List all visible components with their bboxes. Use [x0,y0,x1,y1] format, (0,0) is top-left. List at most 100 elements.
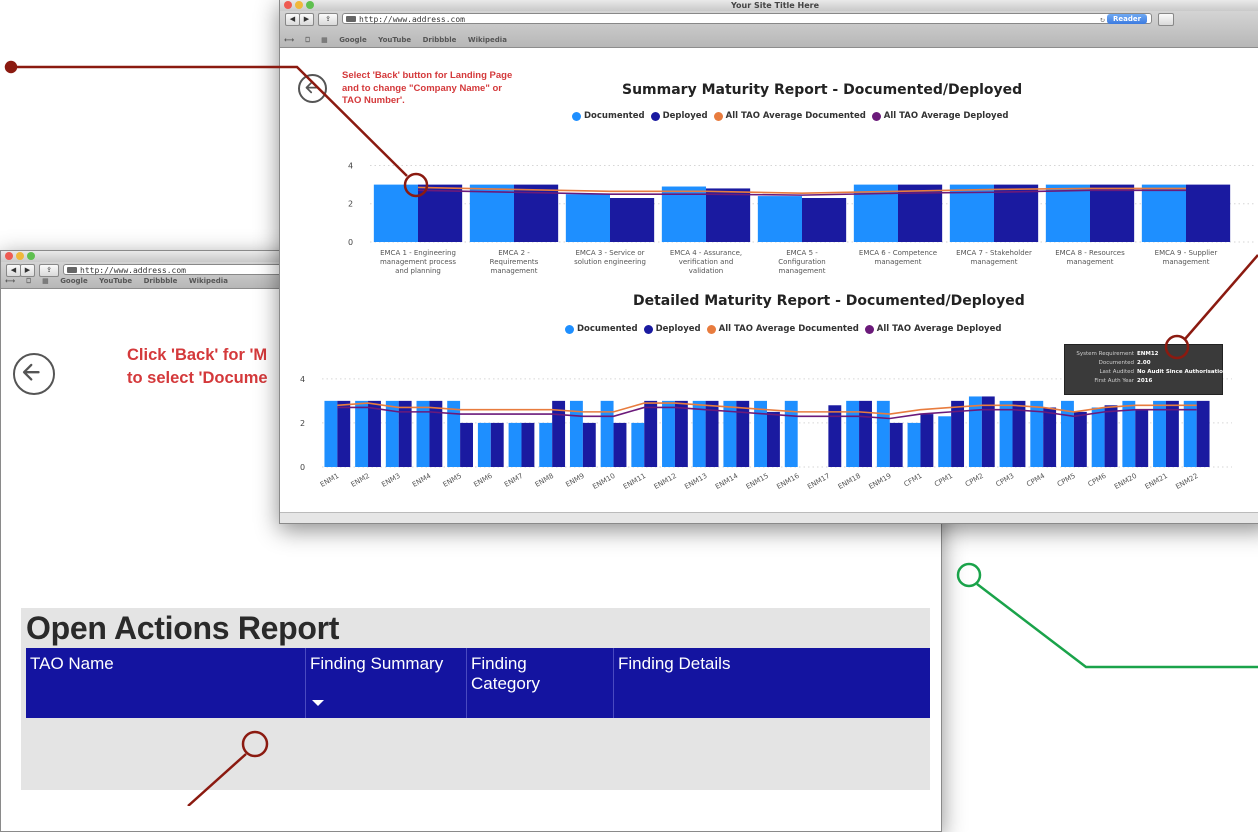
legend-deployed[interactable]: Deployed [643,324,701,334]
legend-label: All TAO Average Deployed [883,111,1009,121]
tooltip-value: No Audit Since Authorisation [1137,369,1227,375]
bar-documented [355,400,369,467]
bookmark-wikipedia[interactable]: Wikipedia [189,277,228,285]
legend-label: All TAO Average Documented [725,111,866,121]
bookmark-youtube[interactable]: YouTube [99,277,132,285]
history-back-button[interactable]: ◀ [285,13,300,26]
bar-documented [999,400,1013,467]
bar-documented [539,422,553,467]
bookmark-wikipedia[interactable]: Wikipedia [468,36,507,44]
history-forward-button[interactable]: ▶ [299,13,314,26]
tooltip-key: System Requirement [1076,351,1134,357]
minimize-button[interactable] [16,252,24,260]
x-tick-label: ENM16 [775,472,801,492]
share-button[interactable]: ⇪ [318,13,338,26]
bar-deployed [429,400,443,467]
x-tick-label: ENM7 [503,472,524,489]
bar-deployed [1043,407,1057,467]
reader-button[interactable]: Reader [1107,14,1147,24]
x-tick-label: EMCA 9 - Supplier [1155,249,1218,257]
share-button[interactable]: ⇪ [39,264,59,277]
col-finding-details[interactable]: Finding Details [614,648,930,718]
x-tick-label: ENM20 [1113,472,1138,491]
note-line: Click 'Back' for 'M [127,346,268,364]
x-tick-label: management [971,258,1018,266]
x-tick-label: ENM9 [564,472,585,489]
grid-icon[interactable]: ▦ [42,277,49,285]
back-arrow-icon[interactable] [298,74,327,103]
grid-icon[interactable]: ▦ [321,36,328,44]
legend-avg-documented[interactable]: All TAO Average Documented [706,324,859,334]
bar-documented [907,422,921,467]
reading-list-icon[interactable]: ⟷ [5,277,15,285]
bar-deployed [994,184,1039,242]
history-forward-button[interactable]: ▶ [20,264,35,277]
bookmark-google[interactable]: Google [339,36,367,44]
close-button[interactable] [5,252,13,260]
bar-documented [477,422,491,467]
history-back-button[interactable]: ◀ [6,264,21,277]
x-tick-label: EMCA 1 - Engineering [380,249,456,257]
bookmark-youtube[interactable]: YouTube [378,36,411,44]
col-label: Finding Details [618,654,731,673]
bar-documented [324,400,338,467]
sort-caret-icon[interactable] [312,700,324,706]
x-tick-label: ENM1 [319,472,340,489]
bookmark-google[interactable]: Google [60,277,88,285]
x-tick-label: CPM6 [1087,472,1108,489]
legend-documented[interactable]: Documented [572,111,645,121]
legend-deployed[interactable]: Deployed [650,111,708,121]
col-tao-name[interactable]: TAO Name [26,648,306,718]
zoom-button[interactable] [27,252,35,260]
x-tick-label: ENM14 [714,472,740,492]
bar-deployed [398,400,412,467]
col-finding-category[interactable]: Finding Category [467,648,614,718]
legend-avg-documented[interactable]: All TAO Average Documented [713,111,866,121]
book-icon[interactable]: ⎕ [26,277,30,285]
col-finding-summary[interactable]: Finding Summary [306,648,467,718]
back-instruction-note: Click 'Back' for 'M to select 'Docume [127,344,268,390]
reading-list-icon[interactable]: ⟷ [284,36,294,44]
zoom-button[interactable] [306,1,314,9]
downloads-button[interactable] [1158,13,1174,26]
legend-avg-deployed[interactable]: All TAO Average Deployed [871,111,1009,121]
x-tick-label: ENM15 [745,472,770,491]
legend-documented[interactable]: Documented [565,324,638,334]
bookmark-dribbble[interactable]: Dribbble [423,36,457,44]
bar-documented [754,400,767,467]
bar-deployed [706,188,751,242]
front-instruction-note: Select 'Back' button for Landing Page an… [342,70,512,108]
tooltip-value: 2.00 [1137,360,1151,366]
bar-documented [662,400,675,467]
bar-deployed [1090,184,1135,242]
col-label: Finding Summary [310,654,444,673]
url-bar[interactable]: http://www.address.com [63,264,293,275]
window-footer [280,512,1258,523]
reload-icon[interactable]: ↻ [1100,14,1105,25]
close-button[interactable] [284,1,292,9]
bar-deployed [1135,409,1149,467]
book-icon[interactable]: ⎕ [305,36,309,44]
legend-avg-deployed[interactable]: All TAO Average Deployed [864,324,1001,334]
url-bar[interactable]: http://www.address.com ↻ Reader [342,13,1152,24]
bar-documented [876,400,890,467]
bar-deployed [460,422,473,467]
minimize-button[interactable] [295,1,303,9]
tooltip-value: 2016 [1137,378,1153,384]
open-actions-title: Open Actions Report [26,610,340,646]
bar-documented [692,400,706,467]
note-line: Select 'Back' button for Landing Page [342,70,513,81]
bookmarks-bar: ⟷ ⎕ ▦ Google YouTube Dribbble Wikipedia [284,36,1258,45]
back-arrow-icon[interactable] [13,353,55,395]
bookmark-dribbble[interactable]: Dribbble [144,277,178,285]
legend-swatch [871,111,881,121]
bar-deployed [828,405,842,467]
bar-deployed [1104,405,1118,467]
bar-documented [416,400,430,467]
bar-documented [1153,400,1166,467]
legend-swatch [565,324,574,334]
x-tick-label: ENM12 [653,472,678,491]
x-tick-label: ENM17 [806,472,831,491]
detailed-chart-title: Detailed Maturity Report - Documented/De… [633,293,1025,309]
summary-chart: 0 2 4 EMCA 1 - Engineeringmanagement proces… [348,161,1254,275]
